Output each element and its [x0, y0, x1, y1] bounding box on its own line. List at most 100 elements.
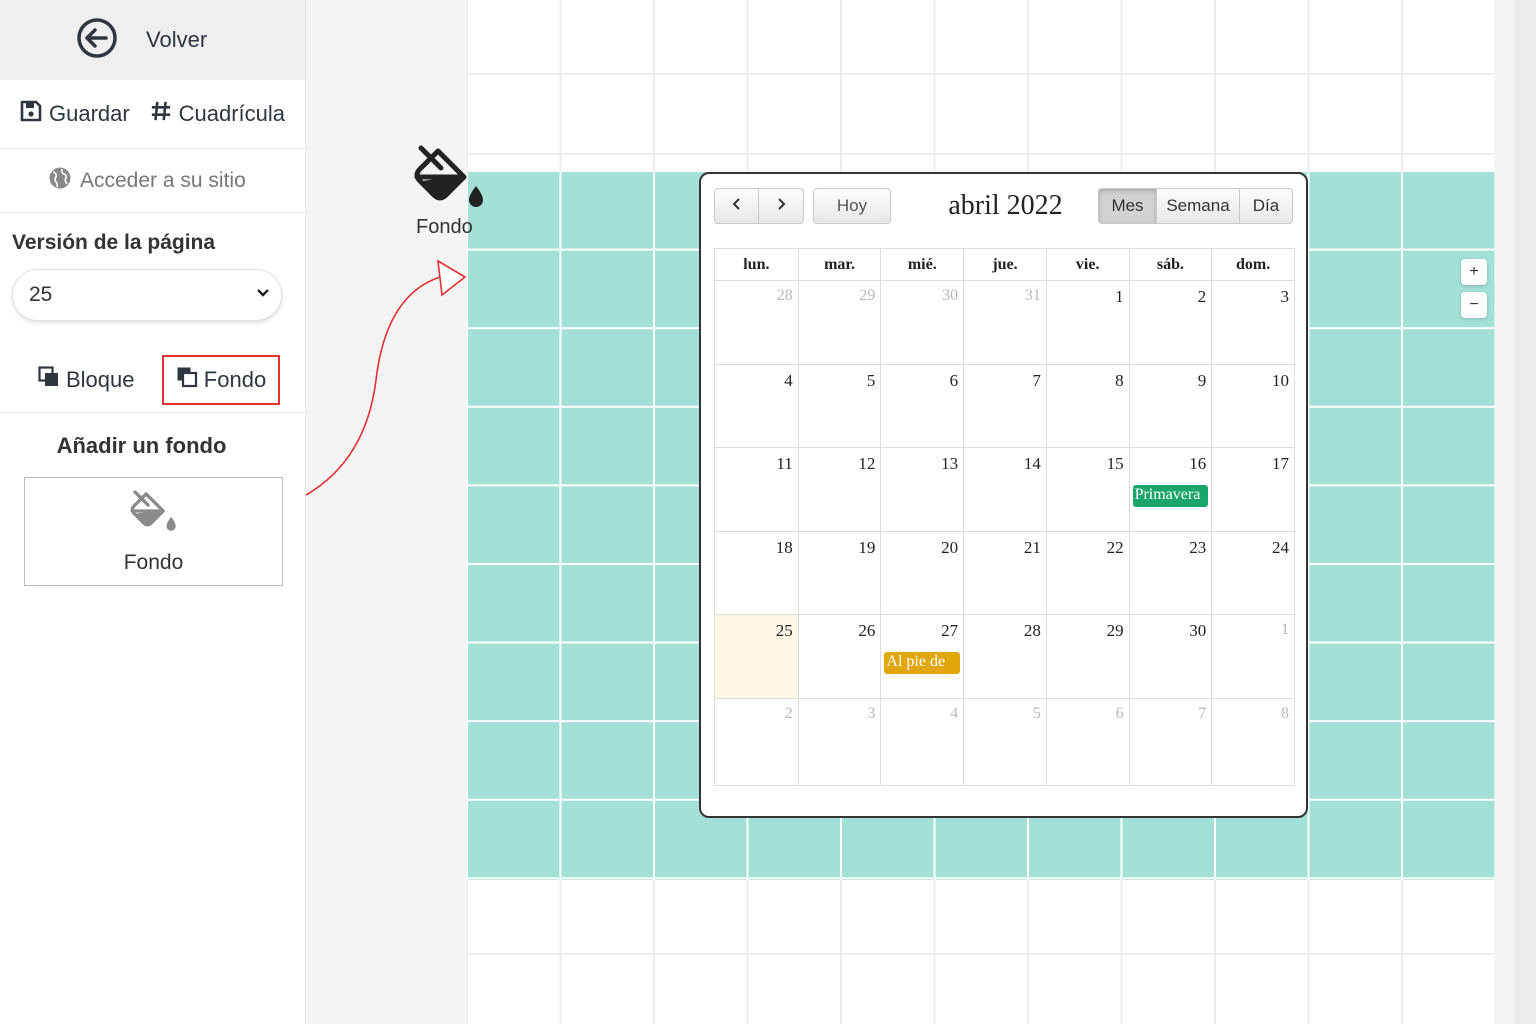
- zoom-out-button[interactable]: −: [1461, 292, 1487, 318]
- day-number: 31: [1024, 287, 1041, 304]
- day-cell[interactable]: 15: [1045, 448, 1129, 531]
- view-week-button[interactable]: Semana: [1157, 188, 1240, 224]
- day-number: 13: [941, 454, 959, 474]
- day-number: 29: [859, 287, 876, 304]
- sidebar-tabs: Bloque Fondo: [0, 321, 305, 413]
- week-row: 18 19 20 21 22 23 24: [715, 531, 1294, 616]
- day-cell[interactable]: 3: [1211, 281, 1294, 364]
- tab-background[interactable]: Fondo: [162, 355, 280, 405]
- day-cell[interactable]: 21: [963, 531, 1046, 615]
- page-version-select[interactable]: 25: [12, 269, 282, 321]
- day-cell[interactable]: 7: [1128, 698, 1212, 785]
- day-cell[interactable]: 10: [1211, 364, 1294, 448]
- day-number: 2: [1197, 287, 1207, 306]
- day-cell[interactable]: 1: [1211, 615, 1294, 698]
- week-row: 25 26 27 Al pie de 28 29 30 1: [715, 615, 1294, 699]
- back-button[interactable]: Volver: [0, 0, 305, 80]
- day-number: 18: [775, 537, 793, 557]
- day-cell[interactable]: 5: [797, 364, 881, 448]
- day-number: 17: [1272, 454, 1289, 474]
- day-cell[interactable]: 29: [1045, 615, 1129, 698]
- tab-block[interactable]: Bloque: [38, 355, 135, 405]
- day-cell[interactable]: 5: [963, 698, 1046, 785]
- copy-icon: [176, 366, 204, 394]
- weekday-label: mar.: [797, 249, 881, 281]
- add-background-card[interactable]: Fondo: [24, 477, 283, 586]
- grid-label: Cuadrícula: [178, 101, 285, 126]
- weekday-label: mié.: [880, 249, 963, 281]
- day-cell[interactable]: 2: [1128, 281, 1212, 364]
- visit-site-link[interactable]: Acceder a su sitio: [0, 149, 305, 213]
- week-row: 4 5 6 7 8 9 10: [715, 364, 1294, 449]
- day-cell[interactable]: 31: [963, 281, 1046, 364]
- day-cell[interactable]: 17: [1211, 448, 1294, 531]
- day-cell[interactable]: 6: [1045, 698, 1129, 785]
- day-cell[interactable]: 22: [1045, 531, 1129, 615]
- zoom-in-button[interactable]: +: [1461, 259, 1487, 285]
- day-cell[interactable]: 4: [880, 698, 963, 785]
- save-button[interactable]: Guardar: [20, 99, 130, 129]
- day-cell[interactable]: 4: [715, 365, 798, 448]
- floppy-disk-icon: [20, 99, 49, 129]
- day-cell[interactable]: 28: [963, 615, 1046, 698]
- day-number: 5: [1032, 704, 1041, 722]
- weekday-label: lun.: [743, 256, 770, 273]
- weekday-label: sáb.: [1128, 249, 1212, 281]
- visit-site-label: Acceder a su sitio: [80, 168, 246, 192]
- day-cell[interactable]: 19: [797, 531, 881, 615]
- day-cell[interactable]: 23: [1128, 531, 1212, 615]
- day-cell[interactable]: 1: [1045, 281, 1129, 364]
- day-number: 6: [949, 370, 959, 390]
- day-cell[interactable]: 2: [715, 699, 798, 785]
- day-cell[interactable]: 13: [880, 448, 963, 531]
- day-number: 2: [784, 704, 793, 722]
- weekday-label: jue.: [963, 249, 1046, 281]
- day-cell[interactable]: 26: [797, 615, 881, 698]
- day-cell[interactable]: 27 Al pie de: [880, 615, 963, 698]
- day-cell[interactable]: 12: [797, 448, 881, 531]
- back-label: Volver: [146, 27, 208, 52]
- day-cell[interactable]: 20: [880, 531, 963, 615]
- day-cell[interactable]: 28: [715, 281, 798, 364]
- weekday-label: dom.: [1211, 249, 1294, 281]
- day-cell[interactable]: 30: [1128, 615, 1212, 698]
- day-number: 30: [942, 287, 959, 304]
- calendar-toolbar: Hoy abril 2022 Mes Semana Día: [714, 188, 1293, 224]
- day-cell[interactable]: 14: [963, 448, 1046, 531]
- day-number: 24: [1272, 537, 1289, 557]
- day-cell[interactable]: 16 Primavera: [1128, 448, 1212, 531]
- copy-icon: [38, 366, 66, 394]
- day-number: 15: [1106, 454, 1124, 474]
- day-cell[interactable]: 29: [797, 281, 881, 364]
- day-cell[interactable]: 18: [715, 532, 798, 615]
- day-cell[interactable]: 24: [1211, 531, 1294, 615]
- day-number: 4: [784, 370, 793, 390]
- dragged-background-item[interactable]: Fondo: [414, 142, 490, 239]
- day-cell[interactable]: 7: [963, 364, 1046, 448]
- calendar-event[interactable]: Al pie de: [884, 652, 961, 675]
- day-number: 30: [1189, 621, 1207, 641]
- day-number: 22: [1106, 537, 1124, 557]
- day-cell[interactable]: 3: [797, 698, 881, 785]
- canvas-scrollbar[interactable]: [1514, 0, 1536, 1024]
- weekday-label: vie.: [1045, 249, 1129, 281]
- calendar-event[interactable]: Primavera: [1132, 485, 1209, 508]
- day-number: 7: [1032, 370, 1041, 390]
- day-cell[interactable]: 11: [715, 448, 798, 531]
- view-month-button[interactable]: Mes: [1098, 188, 1157, 224]
- day-cell[interactable]: 8: [1045, 364, 1129, 448]
- day-number: 11: [776, 454, 793, 474]
- day-cell[interactable]: 30: [880, 281, 963, 364]
- day-cell[interactable]: 6: [880, 364, 963, 448]
- page-version-title: Versión de la página: [12, 231, 216, 254]
- day-cell[interactable]: 9: [1128, 364, 1212, 448]
- day-cell[interactable]: 8: [1211, 698, 1294, 785]
- day-cell-today[interactable]: 25: [715, 615, 798, 698]
- day-number: 26: [858, 621, 876, 641]
- grid-toggle-button[interactable]: Cuadrícula: [150, 99, 285, 129]
- day-number: 19: [858, 537, 876, 557]
- action-row: Guardar Cuadrícula: [0, 80, 305, 149]
- globe-icon: [48, 166, 80, 196]
- day-number: 1: [1115, 287, 1124, 306]
- view-day-button[interactable]: Día: [1240, 188, 1293, 224]
